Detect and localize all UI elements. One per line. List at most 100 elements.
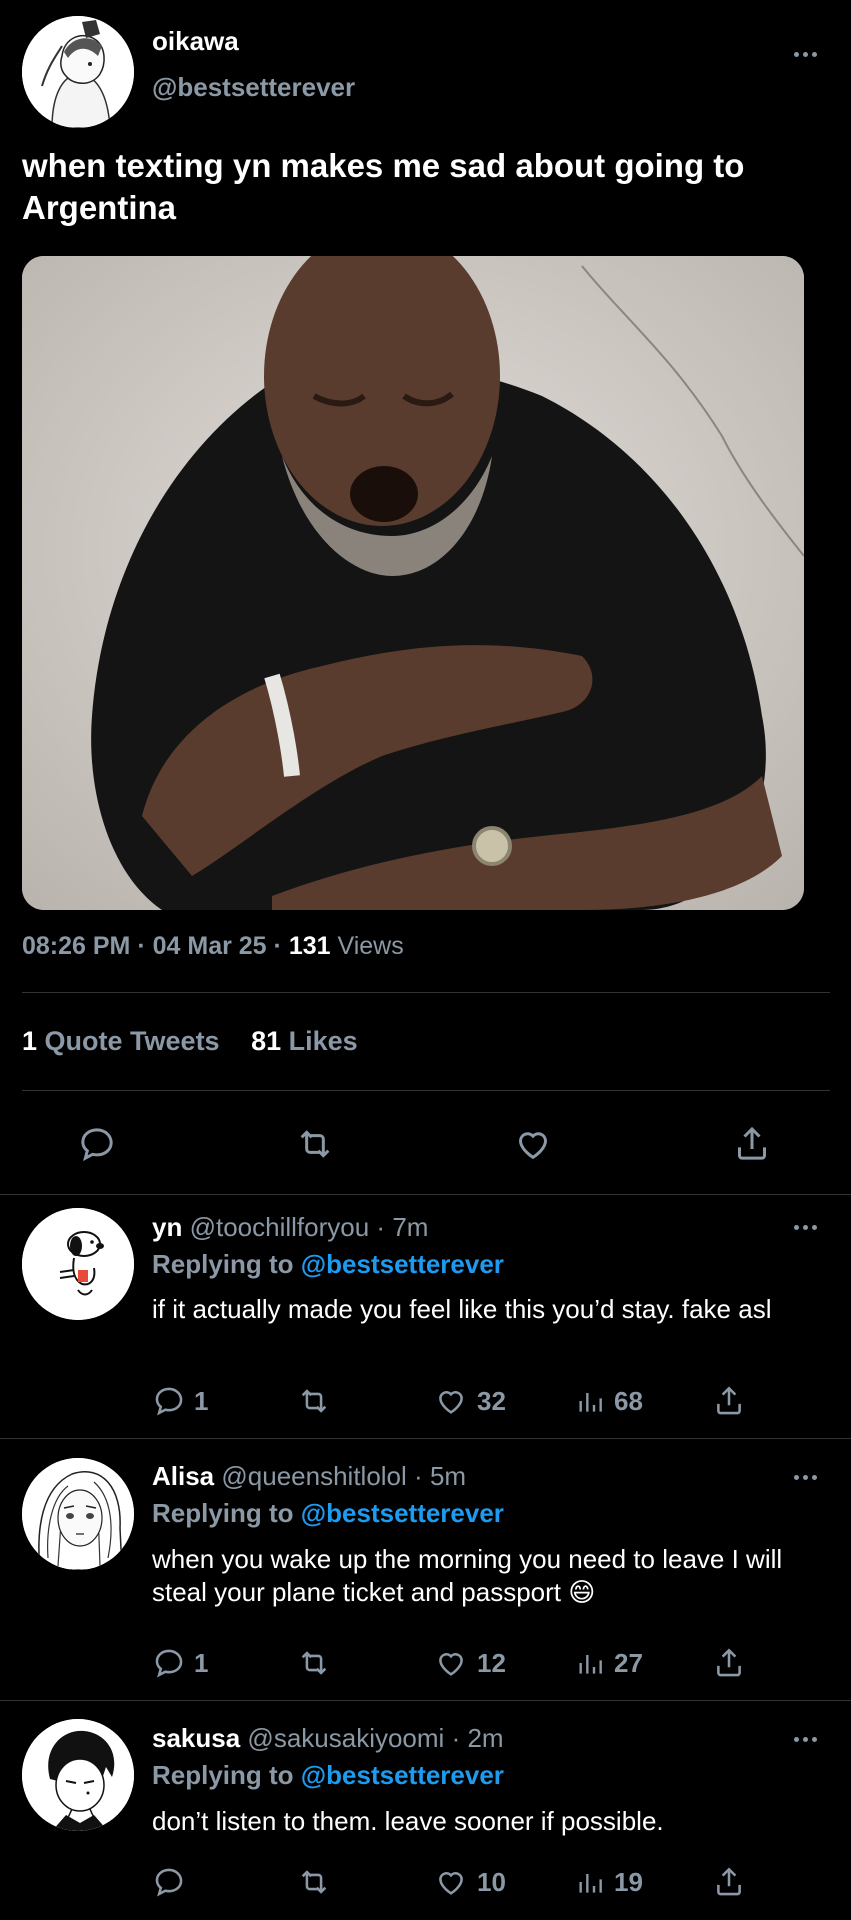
divider bbox=[0, 1194, 851, 1195]
reply-header: sakusa @sakusakiyoomi · 2m bbox=[152, 1723, 504, 1754]
reply-icon bbox=[155, 1868, 183, 1897]
divider bbox=[0, 1700, 851, 1701]
views-icon bbox=[579, 1393, 602, 1412]
reply-display-name[interactable]: yn bbox=[152, 1212, 182, 1242]
like-count: 10 bbox=[477, 1866, 506, 1897]
divider bbox=[0, 1438, 851, 1439]
reply-handle[interactable]: @sakusakiyoomi bbox=[247, 1723, 444, 1753]
replying-to: Replying to @bestsetterever bbox=[152, 1249, 504, 1280]
quote-label: Quote Tweets bbox=[44, 1026, 220, 1056]
reply-icon bbox=[81, 1128, 113, 1162]
tweet-stats: 1 Quote Tweets 81 Likes bbox=[22, 1026, 358, 1057]
heart-icon bbox=[518, 1132, 548, 1160]
like-button[interactable]: 10 bbox=[433, 1865, 506, 1899]
tweet-text: when texting yn makes me sad about going… bbox=[22, 147, 745, 226]
more-icon[interactable] bbox=[785, 1220, 825, 1234]
reply-icon bbox=[155, 1649, 183, 1678]
reply-time: 5m bbox=[429, 1461, 467, 1491]
replying-mention[interactable]: @bestsetterever bbox=[301, 1498, 504, 1528]
share-icon bbox=[717, 1867, 741, 1896]
quote-tweets-link[interactable]: 1 Quote Tweets bbox=[22, 1026, 227, 1056]
views-count: 131 bbox=[288, 932, 331, 960]
reply-avatar[interactable] bbox=[22, 1719, 134, 1831]
reply-display-name[interactable]: Alisa bbox=[152, 1461, 214, 1491]
reply-handle[interactable]: @queenshitlolol bbox=[221, 1461, 406, 1491]
reply-separator: · bbox=[376, 1212, 386, 1242]
views-label: Views bbox=[337, 932, 404, 960]
author-avatar[interactable] bbox=[22, 16, 134, 128]
views-button[interactable]: 68 bbox=[574, 1384, 643, 1418]
more-icon[interactable] bbox=[785, 47, 825, 61]
replying-mention[interactable]: @bestsetterever bbox=[301, 1249, 504, 1279]
reply-separator: · bbox=[451, 1723, 461, 1753]
retweet-icon bbox=[300, 1130, 330, 1158]
reply-icon bbox=[155, 1387, 183, 1416]
reply-handle[interactable]: @toochillforyou bbox=[190, 1212, 370, 1242]
reply-header: Alisa @queenshitlolol · 5m bbox=[152, 1461, 466, 1492]
replying-mention[interactable]: @bestsetterever bbox=[301, 1760, 504, 1790]
reply-text: when you wake up the morning you need to… bbox=[152, 1544, 783, 1607]
like-button[interactable]: 32 bbox=[433, 1384, 506, 1418]
reply-separator: · bbox=[414, 1461, 423, 1491]
share-button[interactable] bbox=[732, 1124, 772, 1164]
reply-time: 2m bbox=[467, 1723, 504, 1753]
replying-to: Replying to @bestsetterever bbox=[152, 1760, 504, 1791]
reply-count: 1 bbox=[194, 1647, 209, 1678]
like-button[interactable]: 12 bbox=[433, 1646, 506, 1680]
views-icon bbox=[579, 1874, 602, 1893]
divider bbox=[22, 992, 830, 993]
replying-label: Replying to bbox=[152, 1498, 294, 1528]
reply-display-name[interactable]: sakusa bbox=[152, 1723, 240, 1753]
reply-button[interactable] bbox=[152, 1865, 194, 1899]
views-icon bbox=[579, 1655, 602, 1674]
share-button[interactable] bbox=[712, 1865, 746, 1899]
replying-label: Replying to bbox=[152, 1249, 294, 1279]
heart-icon bbox=[439, 1872, 463, 1895]
likes-label: Likes bbox=[288, 1026, 358, 1056]
reply-text: don’t listen to them. leave sooner if po… bbox=[152, 1806, 664, 1836]
share-button[interactable] bbox=[712, 1646, 746, 1680]
likes-link[interactable]: 81 Likes bbox=[251, 1026, 358, 1056]
reply-header: yn @toochillforyou · 7m bbox=[152, 1212, 428, 1243]
reply-button[interactable]: 1 bbox=[152, 1646, 208, 1680]
meta-separator: · bbox=[273, 932, 289, 960]
more-icon[interactable] bbox=[785, 1732, 825, 1746]
meta-separator: · bbox=[137, 932, 153, 960]
views-button[interactable]: 19 bbox=[574, 1865, 643, 1899]
share-icon bbox=[738, 1126, 766, 1160]
tweet-time: 08:26 PM bbox=[22, 932, 131, 960]
reply-button[interactable] bbox=[77, 1124, 117, 1164]
replying-to: Replying to @bestsetterever bbox=[152, 1498, 504, 1529]
share-icon bbox=[717, 1386, 741, 1415]
heart-icon bbox=[439, 1653, 463, 1676]
tweet-photo[interactable] bbox=[22, 256, 804, 910]
share-button[interactable] bbox=[712, 1384, 746, 1418]
view-count: 27 bbox=[614, 1647, 643, 1678]
reply-button[interactable]: 1 bbox=[152, 1384, 208, 1418]
author-display-name[interactable]: oikawa bbox=[152, 26, 239, 57]
retweet-icon bbox=[301, 1389, 327, 1413]
like-count: 12 bbox=[477, 1647, 506, 1678]
reply-avatar[interactable] bbox=[22, 1208, 134, 1320]
like-count: 32 bbox=[477, 1385, 506, 1416]
views-button[interactable]: 27 bbox=[574, 1646, 643, 1680]
view-count: 19 bbox=[614, 1866, 643, 1897]
replying-label: Replying to bbox=[152, 1760, 294, 1790]
share-icon bbox=[717, 1648, 741, 1677]
retweet-button[interactable] bbox=[296, 1384, 332, 1418]
reply-count: 1 bbox=[194, 1385, 209, 1416]
divider bbox=[22, 1090, 830, 1091]
reply-avatar[interactable] bbox=[22, 1458, 134, 1570]
retweet-button[interactable] bbox=[296, 1865, 332, 1899]
more-icon[interactable] bbox=[785, 1470, 825, 1484]
author-handle[interactable]: @bestsetterever bbox=[152, 72, 355, 103]
retweet-button[interactable] bbox=[294, 1124, 336, 1164]
tweet-meta: 08:26 PM · 04 Mar 25 · 131 Views bbox=[22, 932, 404, 961]
like-button[interactable] bbox=[512, 1124, 554, 1164]
reply-text: if it actually made you feel like this y… bbox=[152, 1294, 772, 1324]
retweet-icon bbox=[301, 1870, 327, 1894]
retweet-button[interactable] bbox=[296, 1646, 332, 1680]
heart-icon bbox=[439, 1391, 463, 1414]
reply-time: 7m bbox=[392, 1212, 429, 1242]
retweet-icon bbox=[301, 1651, 327, 1675]
